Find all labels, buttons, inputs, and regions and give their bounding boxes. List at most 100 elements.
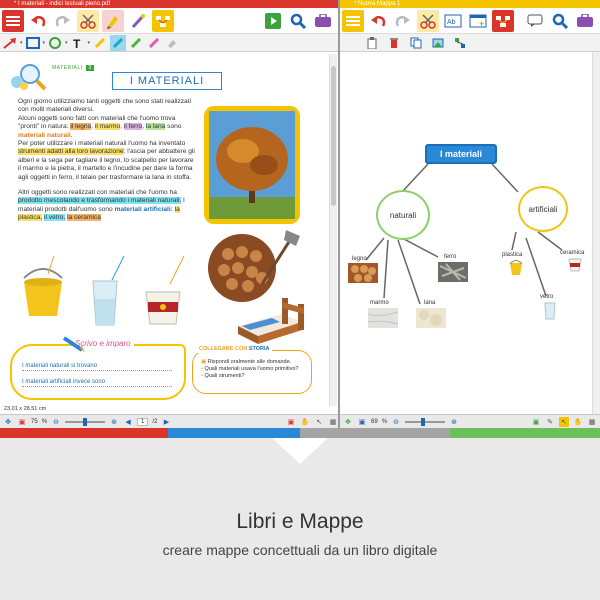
right-search-button[interactable] xyxy=(549,10,571,32)
leaf-marmo-thumb[interactable] xyxy=(368,308,398,328)
left-zoom-slider[interactable] xyxy=(65,417,106,426)
text-tool[interactable]: T xyxy=(70,35,86,51)
map-export-button[interactable] xyxy=(152,9,174,32)
right-cut-button[interactable] xyxy=(417,9,439,32)
cut-button[interactable] xyxy=(77,9,99,32)
highlight-strumenti: strumenti adatti alla loro lavorazione xyxy=(18,148,124,156)
text-box-button[interactable]: Ab xyxy=(442,10,464,32)
zoom-in-button[interactable]: ⊕ xyxy=(109,417,119,427)
map-view-button[interactable]: ▣ xyxy=(357,417,367,427)
copy-icon xyxy=(410,37,422,48)
map-canvas[interactable]: I materiali naturali artificiali legno f… xyxy=(340,52,592,414)
text-icon: T xyxy=(73,37,81,49)
eraser-tool[interactable] xyxy=(164,35,180,51)
fit-page-button[interactable]: ✥ xyxy=(3,417,13,427)
pointer-tool-button[interactable]: ↖ xyxy=(314,417,324,427)
bag-button[interactable] xyxy=(312,10,334,32)
redo-button[interactable] xyxy=(52,10,74,32)
map-zoom-in-button[interactable]: ⊕ xyxy=(449,417,459,427)
caption-area: Libri e Mappe creare mappe concettuali d… xyxy=(0,438,600,600)
image-button[interactable] xyxy=(430,35,446,51)
prev-page-button[interactable]: ◀ xyxy=(123,417,133,427)
leaf-vetro-thumb[interactable] xyxy=(544,302,556,320)
menu-button[interactable] xyxy=(2,9,24,32)
leaf-legno-thumb[interactable] xyxy=(348,263,378,283)
scrivo-line-2-text: I materiali artificiali invece sono xyxy=(22,379,106,385)
map-edit-button[interactable]: ✎ xyxy=(545,417,555,427)
map-image-button[interactable]: ▣ xyxy=(531,417,541,427)
map-fit-button[interactable]: ✥ xyxy=(343,417,353,427)
undo-button[interactable] xyxy=(27,10,49,32)
leaf-plastica-thumb[interactable] xyxy=(508,260,524,276)
right-menu-button[interactable] xyxy=(342,9,364,32)
network-button[interactable] xyxy=(452,35,468,51)
delete-icon xyxy=(390,37,398,48)
add-node-button[interactable]: + xyxy=(467,10,489,32)
window-divider[interactable] xyxy=(338,0,340,428)
left-scrollbar-thumb[interactable] xyxy=(331,66,336,206)
map-node-artificiali[interactable]: artificiali xyxy=(518,186,568,232)
search-button[interactable] xyxy=(287,10,309,32)
map-hand-button[interactable]: ✋ xyxy=(573,417,583,427)
caption-subtitle: creare mappe concettuali da un libro dig… xyxy=(162,542,438,558)
right-title-bar: * Nuova Mappa 1 xyxy=(340,0,600,8)
pen-icon xyxy=(131,13,145,28)
scrivo-line-1-text: I materiali naturali si trovano xyxy=(22,363,98,369)
next-page-button[interactable]: ▶ xyxy=(161,417,171,427)
pen-green-tool[interactable] xyxy=(128,35,144,51)
marker-green-icon xyxy=(131,37,142,48)
copy-button[interactable] xyxy=(408,35,424,51)
hamburger-icon xyxy=(346,15,360,26)
map-icon xyxy=(156,15,170,27)
clipboard-button[interactable] xyxy=(364,35,380,51)
right-window-title: * Nuova Mappa 1 xyxy=(354,1,401,7)
arrow-tool[interactable] xyxy=(2,35,18,51)
leaf-ceramica-thumb[interactable] xyxy=(568,258,582,272)
map-node-naturali-label: naturali xyxy=(389,210,417,220)
pen-cyan-tool[interactable] xyxy=(110,34,127,51)
hamburger-icon xyxy=(6,15,20,26)
svg-text:+: + xyxy=(479,19,484,28)
clipboard-icon xyxy=(367,36,377,49)
map-pointer-button[interactable]: ↖ xyxy=(559,416,569,427)
right-bag-button[interactable] xyxy=(574,10,596,32)
right-zoom-slider[interactable] xyxy=(405,417,446,426)
right-scrollbar[interactable] xyxy=(592,52,600,414)
network-icon xyxy=(455,37,465,48)
paragraph-2: Alcuni oggetti sono fatti con materiali … xyxy=(18,114,182,139)
pen-yellow-tool[interactable] xyxy=(92,35,108,51)
zoom-out-button[interactable]: ⊖ xyxy=(51,417,61,427)
hand-tool-button[interactable]: ✋ xyxy=(300,417,310,427)
map-zoom-out-button[interactable]: ⊖ xyxy=(391,417,401,427)
comment-button[interactable] xyxy=(524,10,546,32)
leaf-ferro-thumb[interactable] xyxy=(438,262,468,282)
pen-pink-tool[interactable] xyxy=(146,35,162,51)
map-root-node[interactable]: I materiali xyxy=(425,144,497,164)
map-grid-button[interactable]: ▦ xyxy=(587,417,597,427)
page-view-button[interactable]: ▣ xyxy=(17,417,27,427)
highlighter-button[interactable] xyxy=(102,9,124,32)
highlight-vetro: il vetro, xyxy=(44,214,66,222)
right-undo-button[interactable] xyxy=(367,10,389,32)
left-scrollbar[interactable] xyxy=(329,54,337,406)
page-input[interactable]: 1 xyxy=(137,417,149,426)
right-redo-button[interactable] xyxy=(392,10,414,32)
left-statusbar: ✥ ▣ 75 % ⊖ ⊕ ◀ 1 /2 ▶ ▣ ✋ ↖ ▦ xyxy=(0,414,338,428)
map-node-naturali[interactable]: naturali xyxy=(376,190,430,240)
section-tag-text: MATERIALI xyxy=(52,65,83,71)
scrivo-line-1: I materiali naturali si trovano xyxy=(22,362,172,372)
right-map-button[interactable] xyxy=(492,9,514,32)
storia-line-3-text: Quali strumenti? xyxy=(204,373,245,379)
grid-tool-button[interactable]: ▦ xyxy=(328,417,338,427)
select-tool-button[interactable]: ▣ xyxy=(286,417,296,427)
p4a-text: Altri oggetti sono realizzati con materi… xyxy=(18,189,177,197)
section-tag: MATERIALI 3 xyxy=(52,64,94,72)
right-zoom-value: 69 xyxy=(371,418,378,425)
magic-pen-button[interactable] xyxy=(127,10,149,32)
delete-button[interactable] xyxy=(386,35,402,51)
rectangle-tool[interactable] xyxy=(25,35,41,51)
leaf-lana-thumb[interactable] xyxy=(416,308,446,328)
play-button[interactable] xyxy=(262,10,284,32)
ellipse-tool[interactable] xyxy=(47,35,63,51)
arrow-icon xyxy=(3,37,16,49)
